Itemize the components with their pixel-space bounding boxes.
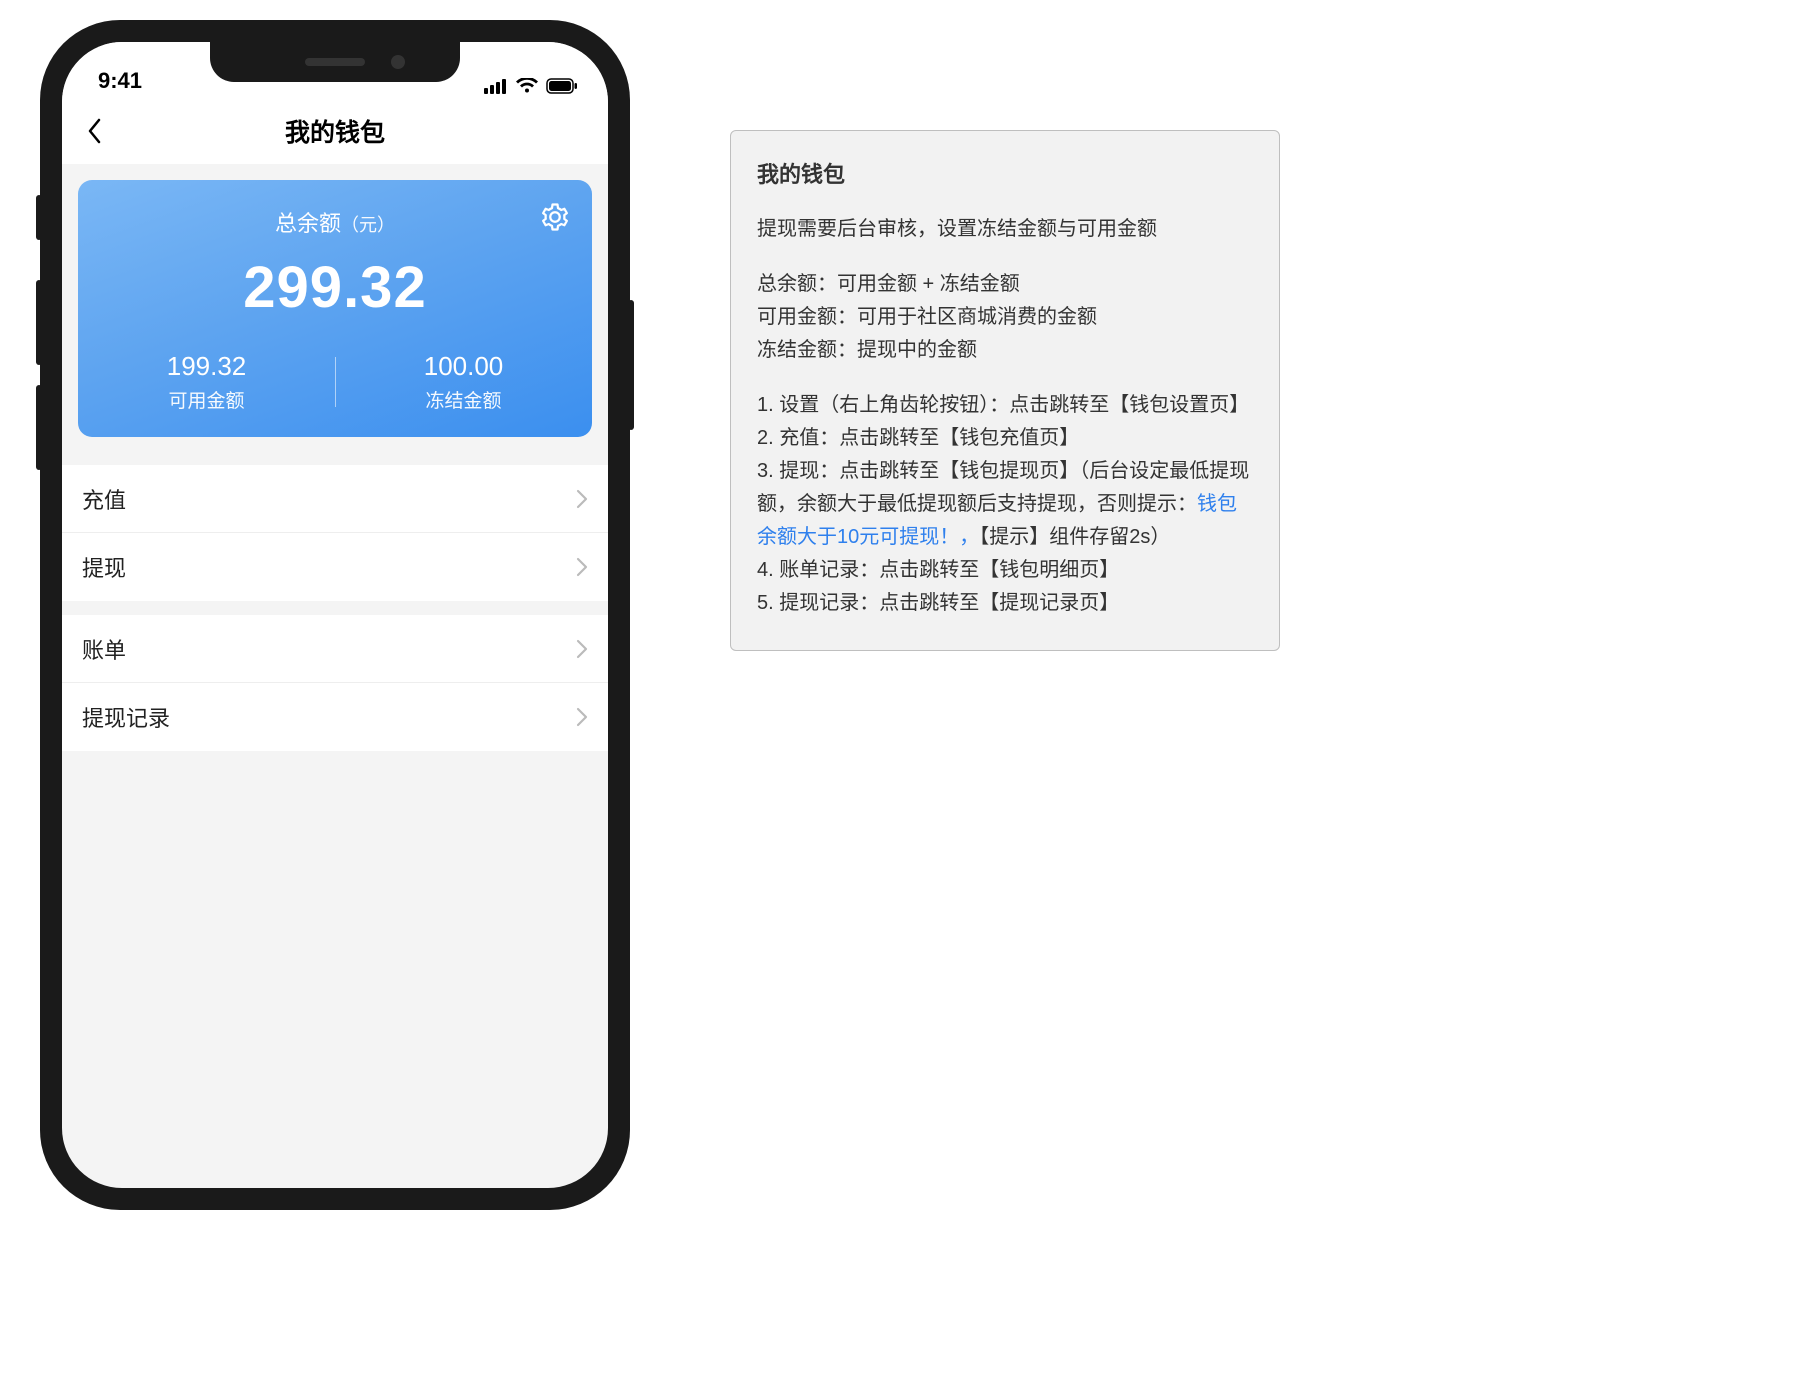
available-balance: 199.32 可用金额 bbox=[78, 351, 335, 413]
chevron-right-icon bbox=[576, 557, 588, 577]
menu-withdraw-log[interactable]: 提现记录 bbox=[62, 683, 608, 751]
spec-title: 我的钱包 bbox=[757, 157, 1253, 193]
menu-group-2: 账单 提现记录 bbox=[62, 615, 608, 751]
spec-panel: 我的钱包 提现需要后台审核，设置冻结金额与可用金额 总余额：可用金额 + 冻结金… bbox=[730, 130, 1280, 651]
status-time: 9:41 bbox=[98, 68, 142, 94]
chevron-right-icon bbox=[576, 639, 588, 659]
menu-withdraw[interactable]: 提现 bbox=[62, 533, 608, 601]
phone-device: 9:41 我的钱包 bbox=[40, 20, 630, 1210]
page-title: 我的钱包 bbox=[285, 113, 385, 149]
balance-title: 总余额（元） bbox=[78, 206, 592, 238]
chevron-right-icon bbox=[576, 707, 588, 727]
phone-notch bbox=[210, 42, 460, 82]
spec-intro: 提现需要后台审核，设置冻结金额与可用金额 bbox=[757, 213, 1253, 246]
menu-group-1: 充值 提现 bbox=[62, 465, 608, 601]
available-value: 199.32 bbox=[78, 351, 335, 382]
battery-icon bbox=[546, 78, 578, 94]
wifi-icon bbox=[516, 78, 538, 94]
signal-icon bbox=[484, 78, 508, 94]
settings-button[interactable] bbox=[540, 202, 570, 232]
balance-card: 总余额（元） 299.32 199.32 可用金额 100.00 冻结金额 bbox=[78, 180, 592, 437]
chevron-right-icon bbox=[576, 489, 588, 509]
gear-icon bbox=[540, 202, 570, 232]
back-button[interactable] bbox=[78, 115, 110, 147]
chevron-left-icon bbox=[86, 117, 102, 145]
available-label: 可用金额 bbox=[78, 386, 335, 413]
frozen-balance: 100.00 冻结金额 bbox=[335, 351, 592, 413]
menu-label: 充值 bbox=[82, 483, 126, 515]
spec-definitions: 总余额：可用金额 + 冻结金额 可用金额：可用于社区商城消费的金额 冻结金额：提… bbox=[757, 268, 1253, 367]
balance-amount: 299.32 bbox=[78, 254, 592, 321]
menu-label: 账单 bbox=[82, 633, 126, 665]
spec-notes: 1. 设置（右上角齿轮按钮）：点击跳转至【钱包设置页】 2. 充值：点击跳转至【… bbox=[757, 389, 1253, 620]
nav-bar: 我的钱包 bbox=[62, 98, 608, 164]
menu-recharge[interactable]: 充值 bbox=[62, 465, 608, 533]
phone-screen: 9:41 我的钱包 bbox=[62, 42, 608, 1188]
menu-label: 提现记录 bbox=[82, 701, 170, 733]
frozen-value: 100.00 bbox=[335, 351, 592, 382]
menu-label: 提现 bbox=[82, 551, 126, 583]
menu-bill[interactable]: 账单 bbox=[62, 615, 608, 683]
frozen-label: 冻结金额 bbox=[335, 386, 592, 413]
